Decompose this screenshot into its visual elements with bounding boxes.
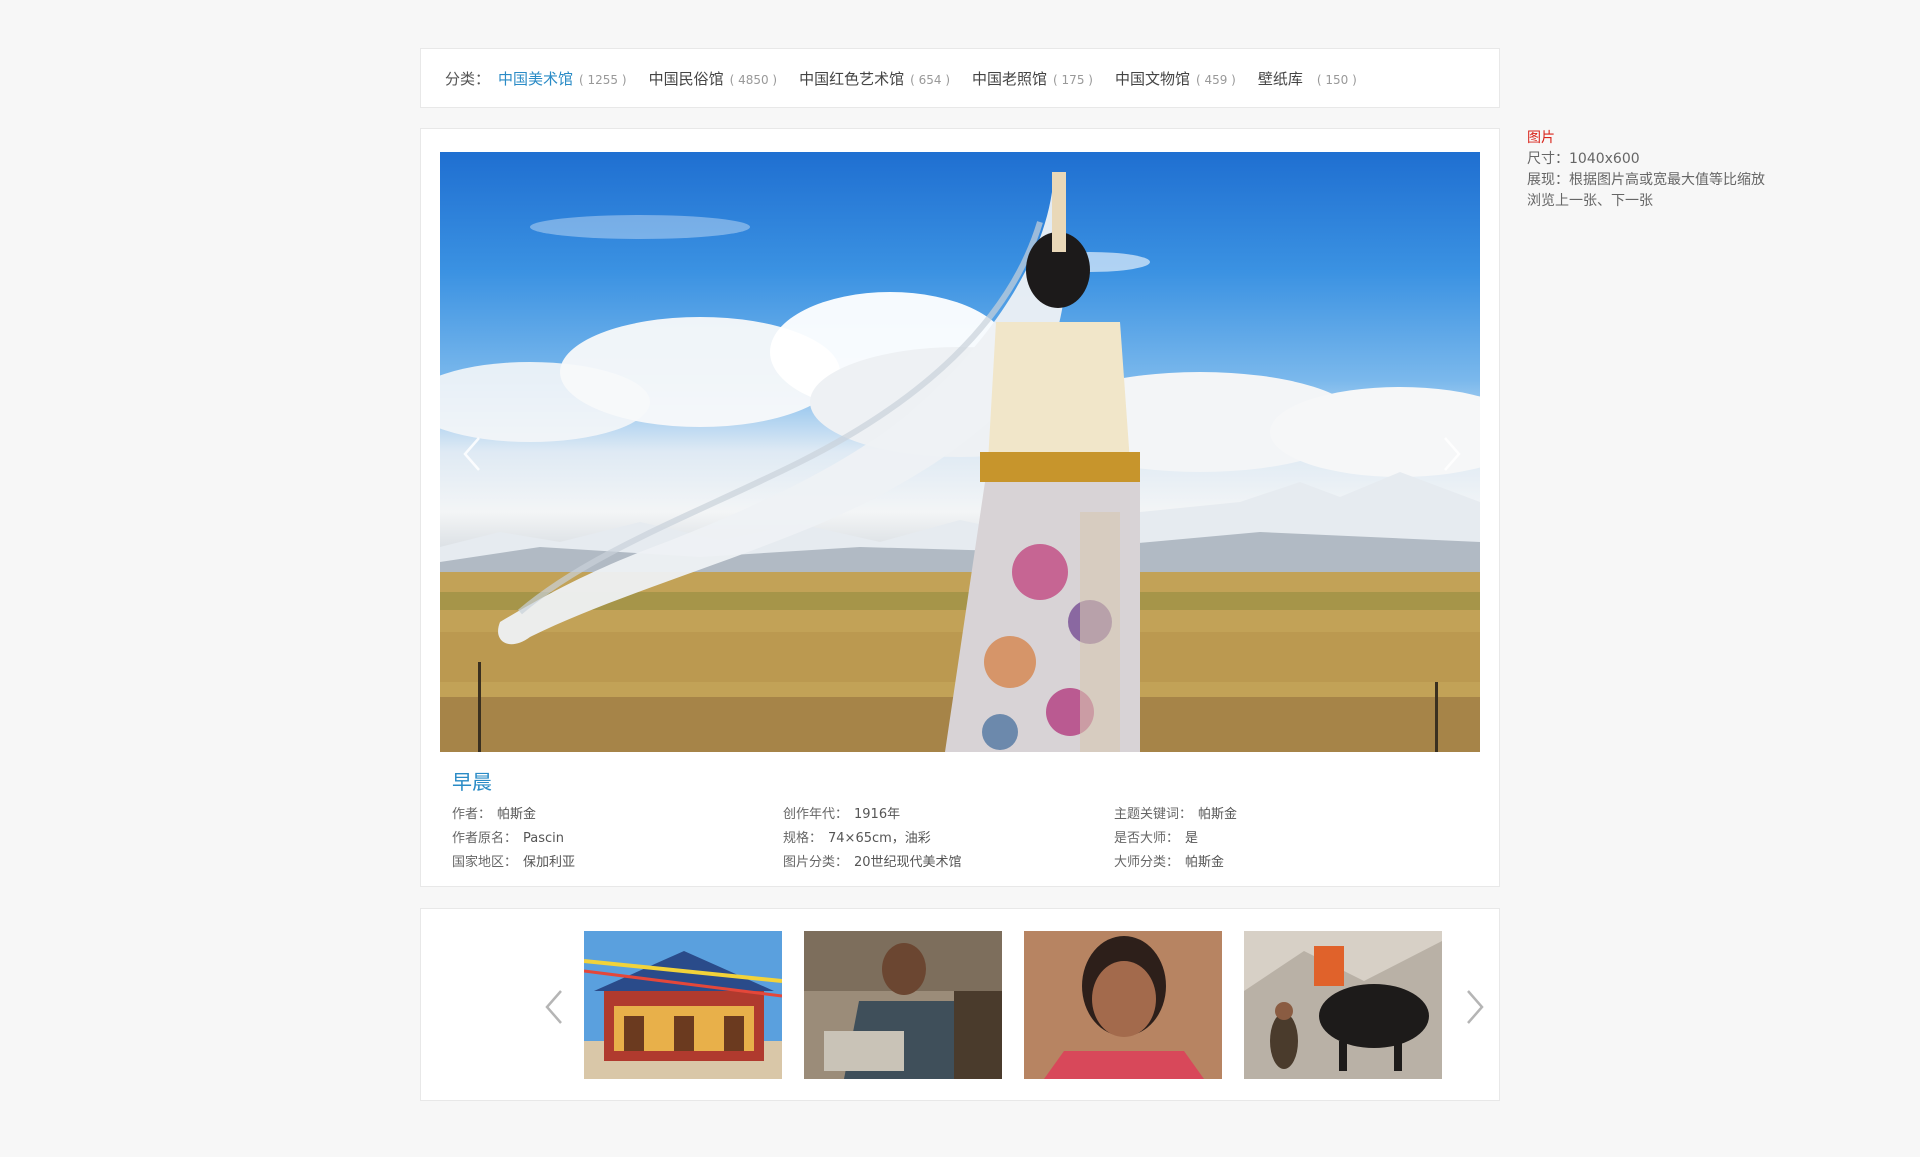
meta-value: 保加利亚 bbox=[523, 855, 576, 870]
category-count: ( 1255 ) bbox=[579, 72, 627, 87]
meta-label: 创作年代： bbox=[783, 807, 849, 822]
notes-line: 尺寸：1040x600 bbox=[1527, 151, 1640, 167]
artwork-info: 早晨 作者： 帕斯金 创作年代： 1916年 主题关键词： 帕斯金 作者原名： Pasc… bbox=[452, 769, 1452, 872]
thumbnail-girl[interactable] bbox=[1024, 931, 1222, 1079]
meta-value: 帕斯金 bbox=[1185, 855, 1225, 870]
category-count: ( 654 ) bbox=[910, 72, 951, 87]
thumb-next-button[interactable] bbox=[1462, 987, 1488, 1027]
meta-year: 创作年代： 1916年 bbox=[783, 805, 1114, 824]
category-item-relics-museum[interactable]: 中国文物馆 ( 459 ) bbox=[1115, 68, 1236, 89]
meta-value: 帕斯金 bbox=[497, 807, 537, 822]
thumbnail-temple[interactable] bbox=[584, 931, 782, 1079]
category-count: ( 150 ) bbox=[1316, 72, 1357, 87]
meta-master: 是否大师： 是 bbox=[1114, 829, 1445, 848]
meta-author: 作者： 帕斯金 bbox=[452, 805, 783, 824]
meta-label: 作者原名： bbox=[452, 831, 518, 846]
spec-notes: 图片 尺寸：1040x600 展现：根据图片高或宽最大值等比缩放 浏览上一张、下… bbox=[1527, 128, 1765, 212]
next-image-button[interactable] bbox=[1439, 434, 1465, 474]
artwork-meta: 作者： 帕斯金 创作年代： 1916年 主题关键词： 帕斯金 作者原名： Pascin … bbox=[452, 805, 1452, 872]
category-name: 壁纸库 bbox=[1257, 69, 1303, 88]
chevron-left-icon bbox=[463, 437, 480, 471]
category-item-wallpaper[interactable]: 壁纸库 ( 150 ) bbox=[1258, 68, 1357, 89]
meta-original-name: 作者原名： Pascin bbox=[452, 829, 783, 848]
category-bar: 分类： 中国美术馆 ( 1255 ) 中国民俗馆 ( 4850 ) 中国红色艺术… bbox=[420, 48, 1500, 108]
thumbnail-weaver[interactable] bbox=[804, 931, 1002, 1079]
meta-value: 20世纪现代美术馆 bbox=[854, 855, 962, 870]
meta-label: 是否大师： bbox=[1114, 831, 1180, 846]
category-count: ( 459 ) bbox=[1195, 72, 1236, 87]
chevron-right-icon bbox=[1444, 437, 1461, 471]
meta-category: 图片分类： 20世纪现代美术馆 bbox=[783, 853, 1114, 872]
meta-country: 国家地区： 保加利亚 bbox=[452, 853, 783, 872]
category-item-folk-museum[interactable]: 中国民俗馆 ( 4850 ) bbox=[649, 68, 778, 89]
category-item-old-photo-museum[interactable]: 中国老照馆 ( 175 ) bbox=[972, 68, 1093, 89]
category-label: 分类： bbox=[445, 69, 491, 88]
meta-label: 大师分类： bbox=[1114, 855, 1180, 870]
artwork-title: 早晨 bbox=[452, 770, 492, 794]
category-count: ( 175 ) bbox=[1053, 72, 1093, 87]
chevron-left-icon bbox=[545, 990, 562, 1024]
thumb-prev-button[interactable] bbox=[541, 987, 567, 1027]
category-name: 中国民俗馆 bbox=[648, 69, 724, 88]
meta-value: Pascin bbox=[523, 831, 565, 846]
meta-keyword: 主题关键词： 帕斯金 bbox=[1114, 805, 1445, 824]
meta-value: 是 bbox=[1185, 831, 1199, 846]
notes-line: 展现：根据图片高或宽最大值等比缩放 bbox=[1527, 172, 1765, 188]
category-name: 中国美术馆 bbox=[498, 69, 574, 88]
meta-value: 帕斯金 bbox=[1198, 807, 1238, 822]
prev-image-button[interactable] bbox=[459, 434, 485, 474]
thumbnail-yak[interactable] bbox=[1244, 931, 1442, 1079]
category-item-art-museum[interactable]: 中国美术馆 ( 1255 ) bbox=[498, 68, 627, 89]
meta-label: 国家地区： bbox=[452, 855, 518, 870]
notes-title: 图片 bbox=[1527, 130, 1555, 146]
category-name: 中国红色艺术馆 bbox=[799, 69, 905, 88]
category-item-red-art-museum[interactable]: 中国红色艺术馆 ( 654 ) bbox=[799, 68, 950, 89]
meta-value: 74×65cm，油彩 bbox=[828, 831, 931, 846]
meta-label: 作者： bbox=[452, 807, 492, 822]
meta-label: 规格： bbox=[783, 831, 823, 846]
thumbnail-strip bbox=[420, 908, 1500, 1101]
main-image bbox=[440, 152, 1480, 752]
meta-spec: 规格： 74×65cm，油彩 bbox=[783, 829, 1114, 848]
category-count: ( 4850 ) bbox=[729, 72, 778, 87]
meta-label: 主题关键词： bbox=[1114, 807, 1193, 822]
category-name: 中国老照馆 bbox=[972, 69, 1048, 88]
notes-line: 浏览上一张、下一张 bbox=[1527, 193, 1653, 209]
meta-master-category: 大师分类： 帕斯金 bbox=[1114, 853, 1445, 872]
category-name: 中国文物馆 bbox=[1114, 69, 1190, 88]
image-viewer: 早晨 作者： 帕斯金 创作年代： 1916年 主题关键词： 帕斯金 作者原名： Pasc… bbox=[420, 128, 1500, 887]
meta-value: 1916年 bbox=[854, 807, 901, 822]
chevron-right-icon bbox=[1467, 990, 1484, 1024]
meta-label: 图片分类： bbox=[783, 855, 849, 870]
